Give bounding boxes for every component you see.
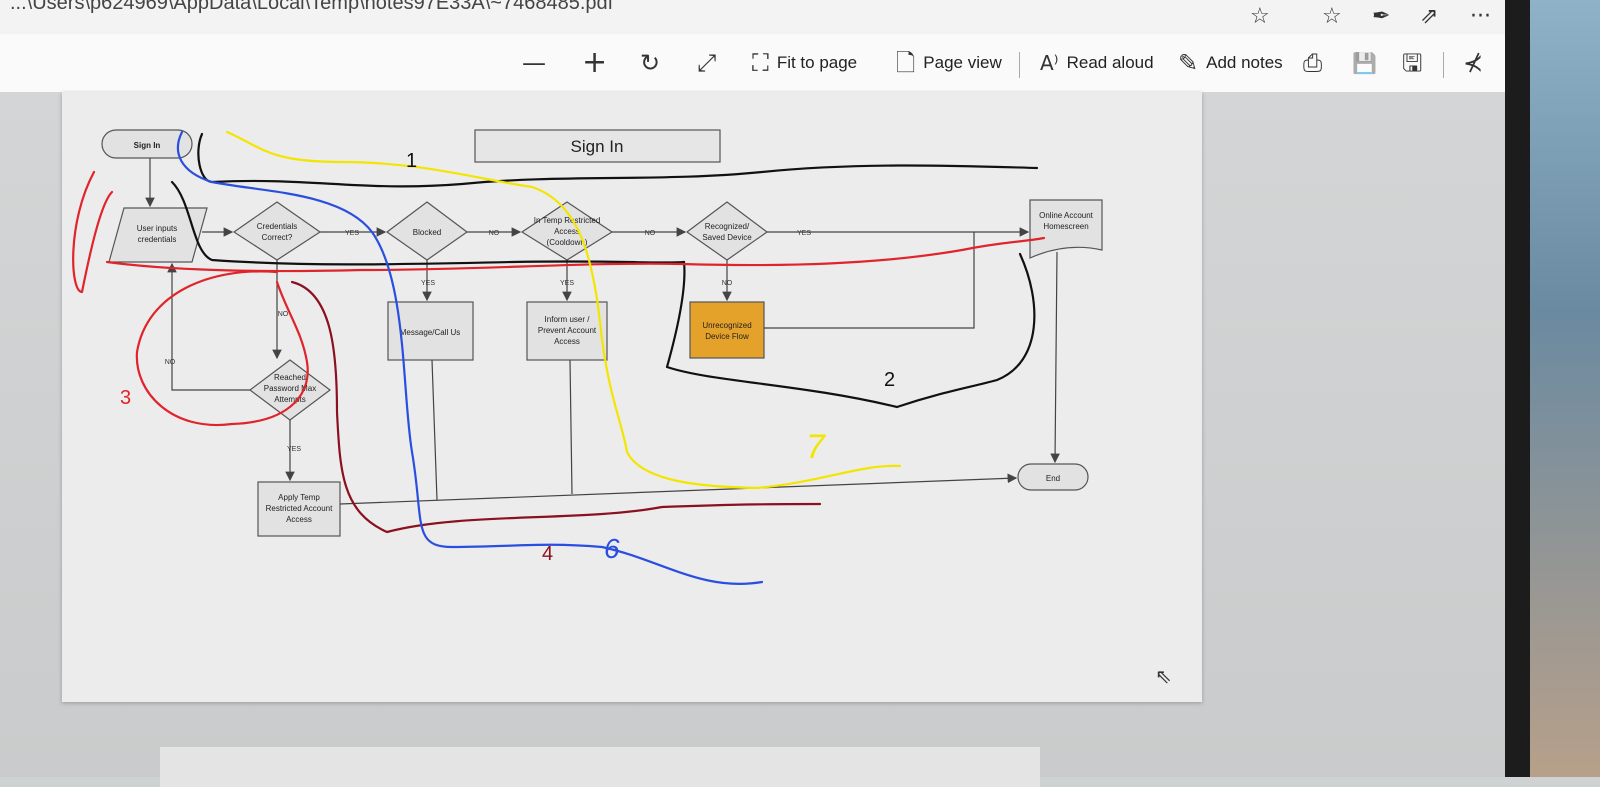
save-as-icon: 🖫 xyxy=(1402,49,1423,77)
rotate-button[interactable]: ↻ xyxy=(640,34,660,92)
apply-temp-line2: Restricted Account xyxy=(266,504,333,513)
annotation-4-label: 4 xyxy=(542,543,553,565)
inform-user-line1: Inform user / xyxy=(545,315,591,324)
annotation-6-label: 6 xyxy=(604,533,620,564)
online-account-line2: Homescreen xyxy=(1043,222,1088,231)
save-button[interactable]: 💾 xyxy=(1352,34,1377,92)
fullscreen-button[interactable]: ⤢ xyxy=(697,34,716,92)
annotation-3-label: 3 xyxy=(120,387,131,409)
online-account-line1: Online Account xyxy=(1039,211,1094,220)
edge-yes-label: YES xyxy=(560,280,574,287)
edge-no-label: NO xyxy=(645,230,656,237)
edge-yes-label: YES xyxy=(797,230,811,237)
expand-icon: ⤢ xyxy=(697,49,717,77)
blocked-label: Blocked xyxy=(413,228,441,237)
unrecognized-line1: Unrecognized xyxy=(702,321,751,330)
edge-no-label: NO xyxy=(165,359,176,366)
unrecognized-node xyxy=(689,301,765,359)
inform-user-line3: Access xyxy=(554,337,580,346)
save-icon: 💾 xyxy=(1352,51,1377,75)
credentials-line1: Credentials xyxy=(257,222,297,231)
edge-yes-label: YES xyxy=(345,230,359,237)
print-button[interactable]: ⎙ xyxy=(1303,34,1322,92)
annotation-7-label: 7 xyxy=(806,428,826,466)
end-label: End xyxy=(1046,474,1060,483)
share-icon[interactable]: ⇗ xyxy=(1420,2,1438,32)
save-as-button[interactable]: 🖫 xyxy=(1402,34,1422,92)
ellipsis-icon[interactable]: ··· xyxy=(1470,2,1491,32)
unrecognized-line2: Device Flow xyxy=(705,332,749,341)
annotation-1-label: 1 xyxy=(406,150,417,172)
inform-user-line2: Prevent Account xyxy=(538,326,597,335)
rotate-icon: ↻ xyxy=(640,49,661,77)
pdf-toolbar: — + ↻ ⤢ ⛶ Fit to page 🗋 Page view A⁾ Rea… xyxy=(0,34,1530,93)
annotation-red-arc xyxy=(72,170,114,294)
edge-no-label: NO xyxy=(722,280,733,287)
edge-yes-label: YES xyxy=(287,446,301,453)
user-inputs-line2: credentials xyxy=(138,235,177,244)
fit-to-page-label: Fit to page xyxy=(776,53,858,72)
read-aloud-button[interactable]: A⁾ Read aloud xyxy=(1040,34,1154,92)
next-page xyxy=(160,747,1040,787)
read-aloud-icon: A⁾ xyxy=(1040,51,1059,75)
print-icon: ⎙ xyxy=(1303,49,1323,77)
edge-yes-label: YES xyxy=(421,280,435,287)
add-notes-button[interactable]: ✎ Add notes xyxy=(1178,34,1283,92)
edge-no-label: NO xyxy=(278,311,289,318)
pen-note-icon: ✎ xyxy=(1178,49,1199,77)
read-aloud-label: Read aloud xyxy=(1066,53,1154,72)
fit-page-icon: ⛶ xyxy=(752,49,769,77)
pdf-viewer[interactable]: Sign In Sign In User inputs credentials … xyxy=(0,92,1530,787)
address-bar: ...\Users\p624969\AppData\Local\Temp\not… xyxy=(0,0,1530,35)
pin-icon: ⊀ xyxy=(1463,49,1484,77)
pen-icon[interactable]: ✒ xyxy=(1372,2,1390,32)
reached-max-line1: Reached xyxy=(274,373,306,382)
apply-temp-line1: Apply Temp xyxy=(278,493,320,502)
add-notes-label: Add notes xyxy=(1206,53,1283,72)
flowchart-diagram: Sign In Sign In User inputs credentials … xyxy=(72,129,1103,585)
start-label: Sign In xyxy=(134,141,161,150)
star-icon[interactable]: ☆ xyxy=(1250,2,1270,32)
page-title: Sign In xyxy=(571,137,624,156)
zoom-out-button[interactable]: — xyxy=(522,34,546,92)
edge-no-label: NO xyxy=(489,230,500,237)
zoom-in-button[interactable]: + xyxy=(582,34,607,92)
fit-to-page-button[interactable]: ⛶ Fit to page xyxy=(752,34,857,92)
credentials-decision xyxy=(232,201,322,261)
recognized-decision xyxy=(685,201,769,261)
credentials-line2: Correct? xyxy=(262,233,293,242)
background-scene xyxy=(1530,0,1600,777)
page-view-label: Page view xyxy=(923,53,1002,72)
recognized-line2: Saved Device xyxy=(702,233,752,242)
pin-toolbar-button[interactable]: ⊀ xyxy=(1463,34,1483,92)
temp-restricted-line1: In Temp Restricted xyxy=(534,216,601,225)
mouse-cursor-icon: ⇖ xyxy=(1155,664,1172,688)
user-inputs-line1: User inputs xyxy=(137,224,177,233)
plus-icon: + xyxy=(582,45,608,80)
toolbar-divider xyxy=(1019,52,1020,78)
page-view-button[interactable]: 🗋 Page view xyxy=(896,34,1002,92)
pdf-page: Sign In Sign In User inputs credentials … xyxy=(62,92,1202,702)
url-field[interactable]: ...\Users\p624969\AppData\Local\Temp\not… xyxy=(10,0,613,15)
reached-max-line2: Password Max xyxy=(264,384,316,393)
annotation-2-label: 2 xyxy=(884,369,895,391)
monitor-bezel xyxy=(1505,0,1533,777)
minus-icon: — xyxy=(522,49,546,77)
message-call-label: Message/Call Us xyxy=(400,328,460,337)
toolbar-divider xyxy=(1443,52,1444,78)
page-view-icon: 🗋 xyxy=(896,49,916,77)
favorites-list-icon[interactable]: ☆ xyxy=(1322,2,1342,32)
apply-temp-line3: Access xyxy=(286,515,312,524)
recognized-line1: Recognized/ xyxy=(705,222,750,231)
